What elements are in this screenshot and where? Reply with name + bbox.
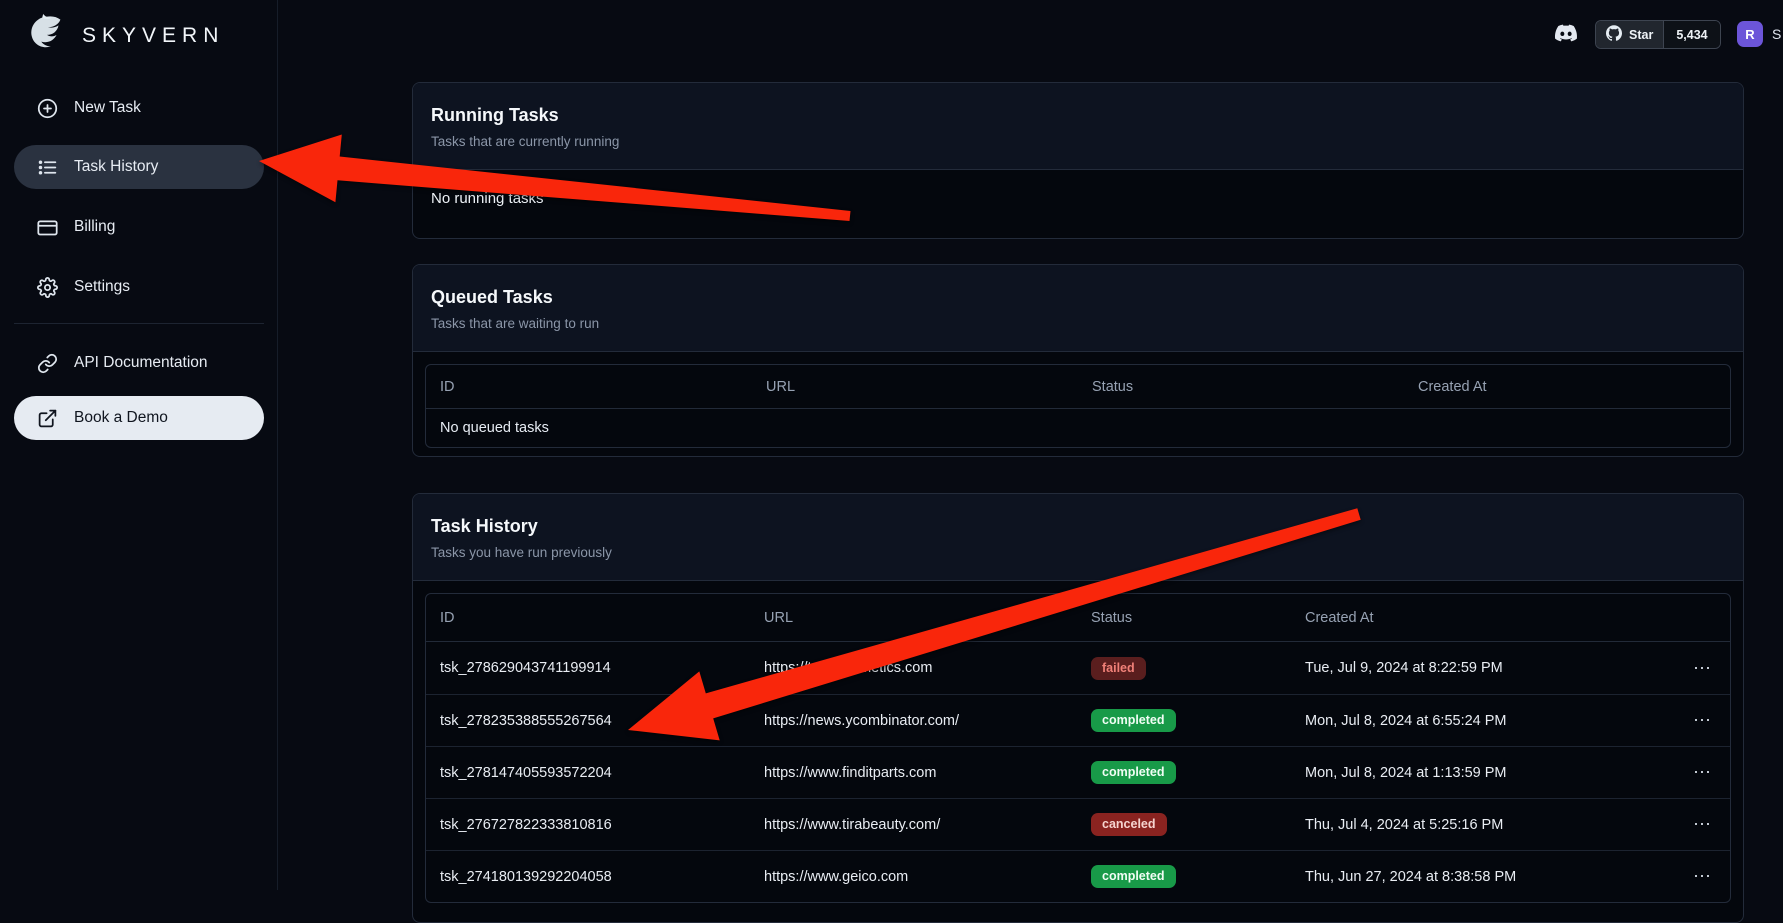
row-actions-menu-icon[interactable]: ⋯ xyxy=(1687,762,1717,783)
status-badge: failed xyxy=(1091,657,1146,680)
task-id: tsk_274180139292204058 xyxy=(426,869,750,885)
running-tasks-card: Running Tasks Tasks that are currently r… xyxy=(412,82,1744,239)
github-star-button[interactable]: Star 5,434 xyxy=(1595,20,1721,49)
skyvern-dragon-icon xyxy=(24,10,70,61)
running-tasks-empty: No running tasks xyxy=(413,170,1743,227)
status-badge: completed xyxy=(1091,761,1176,784)
sidebar-item-task-history[interactable]: Task History xyxy=(14,145,264,189)
brand-logo[interactable]: SKYVERN xyxy=(0,0,277,61)
row-actions-menu-icon[interactable]: ⋯ xyxy=(1687,814,1717,835)
sidebar-item-label: API Documentation xyxy=(74,354,208,372)
queued-tasks-table: ID URL Status Created At No queued tasks xyxy=(425,364,1731,448)
queued-tasks-card: Queued Tasks Tasks that are waiting to r… xyxy=(412,264,1744,457)
github-icon xyxy=(1606,25,1622,44)
sidebar-item-api-documentation[interactable]: API Documentation xyxy=(14,341,264,385)
task-row[interactable]: tsk_274180139292204058 https://www.geico… xyxy=(426,850,1730,902)
discord-icon[interactable] xyxy=(1551,21,1581,48)
task-url: https://www.tirabeauty.com/ xyxy=(750,817,1077,833)
queued-table-header: ID URL Status Created At xyxy=(426,365,1730,409)
sidebar: SKYVERN New Task Task History Billing Se… xyxy=(0,0,278,890)
task-row[interactable]: tsk_278235388555267564 https://news.ycom… xyxy=(426,694,1730,746)
task-id: tsk_278147405593572204 xyxy=(426,765,750,781)
column-header-url: URL xyxy=(752,379,1078,395)
running-tasks-title: Running Tasks xyxy=(431,105,1725,126)
sidebar-item-label: Task History xyxy=(74,158,158,176)
row-actions-menu-icon[interactable]: ⋯ xyxy=(1687,866,1717,887)
task-history-subtitle: Tasks you have run previously xyxy=(431,545,1725,560)
task-id: tsk_278235388555267564 xyxy=(426,713,750,729)
sidebar-item-label: Billing xyxy=(74,218,115,236)
profile-name-partial: S xyxy=(1772,26,1781,42)
task-created-at: Tue, Jul 9, 2024 at 8:22:59 PM xyxy=(1291,660,1674,676)
task-url: https://www.geico.com xyxy=(750,869,1077,885)
task-url: https://www.finditparts.com xyxy=(750,765,1077,781)
sidebar-item-billing[interactable]: Billing xyxy=(14,205,264,249)
task-row[interactable]: tsk_278147405593572204 https://www.findi… xyxy=(426,746,1730,798)
running-tasks-header: Running Tasks Tasks that are currently r… xyxy=(413,83,1743,170)
sidebar-item-label: Settings xyxy=(74,278,130,296)
row-actions-menu-icon[interactable]: ⋯ xyxy=(1687,710,1717,731)
column-header-created-at: Created At xyxy=(1404,379,1730,395)
sidebar-item-settings[interactable]: Settings xyxy=(14,265,264,309)
link-icon xyxy=(36,352,58,374)
sidebar-item-label: New Task xyxy=(74,99,141,117)
sidebar-item-label: Book a Demo xyxy=(74,409,168,427)
avatar-initial: R xyxy=(1745,27,1754,42)
row-actions-menu-icon[interactable]: ⋯ xyxy=(1687,658,1717,679)
github-star-label: Star xyxy=(1629,28,1653,42)
task-url: https://news.ycombinator.com/ xyxy=(750,713,1077,729)
column-header-id: ID xyxy=(426,610,750,626)
task-row[interactable]: tsk_276727822333810816 https://www.tirab… xyxy=(426,798,1730,850)
github-star-count: 5,434 xyxy=(1663,21,1719,48)
task-row[interactable]: tsk_278629043741199914 https://tartecosm… xyxy=(426,642,1730,694)
task-history-title: Task History xyxy=(431,516,1725,537)
queued-tasks-empty: No queued tasks xyxy=(426,409,1730,447)
sidebar-item-new-task[interactable]: New Task xyxy=(14,86,264,130)
list-icon xyxy=(36,156,58,178)
running-tasks-subtitle: Tasks that are currently running xyxy=(431,134,1725,149)
task-created-at: Thu, Jul 4, 2024 at 5:25:16 PM xyxy=(1291,817,1674,833)
sidebar-divider xyxy=(14,323,264,324)
column-header-id: ID xyxy=(426,379,752,395)
credit-card-icon xyxy=(36,216,58,238)
queued-tasks-subtitle: Tasks that are waiting to run xyxy=(431,316,1725,331)
task-created-at: Thu, Jun 27, 2024 at 8:38:58 PM xyxy=(1291,869,1674,885)
plus-circle-icon xyxy=(36,97,58,119)
queued-tasks-header: Queued Tasks Tasks that are waiting to r… xyxy=(413,265,1743,352)
sidebar-item-book-a-demo[interactable]: Book a Demo xyxy=(14,396,264,440)
task-history-header: Task History Tasks you have run previous… xyxy=(413,494,1743,581)
column-header-status: Status xyxy=(1077,610,1291,626)
task-history-card: Task History Tasks you have run previous… xyxy=(412,493,1744,923)
history-table-header: ID URL Status Created At xyxy=(426,594,1730,642)
task-created-at: Mon, Jul 8, 2024 at 1:13:59 PM xyxy=(1291,765,1674,781)
task-id: tsk_278629043741199914 xyxy=(426,660,750,676)
task-created-at: Mon, Jul 8, 2024 at 6:55:24 PM xyxy=(1291,713,1674,729)
queued-tasks-title: Queued Tasks xyxy=(431,287,1725,308)
status-badge: completed xyxy=(1091,709,1176,732)
task-history-table: ID URL Status Created At tsk_27862904374… xyxy=(425,593,1731,903)
brand-name: SKYVERN xyxy=(82,24,224,48)
column-header-url: URL xyxy=(750,610,1077,626)
status-badge: completed xyxy=(1091,865,1176,888)
task-url: https://tartecosmetics.com xyxy=(750,660,1077,676)
column-header-created-at: Created At xyxy=(1291,610,1674,626)
status-badge: canceled xyxy=(1091,813,1167,836)
column-header-status: Status xyxy=(1078,379,1404,395)
avatar[interactable]: R xyxy=(1737,21,1763,47)
external-link-icon xyxy=(36,407,58,429)
task-id: tsk_276727822333810816 xyxy=(426,817,750,833)
gear-icon xyxy=(36,276,58,298)
